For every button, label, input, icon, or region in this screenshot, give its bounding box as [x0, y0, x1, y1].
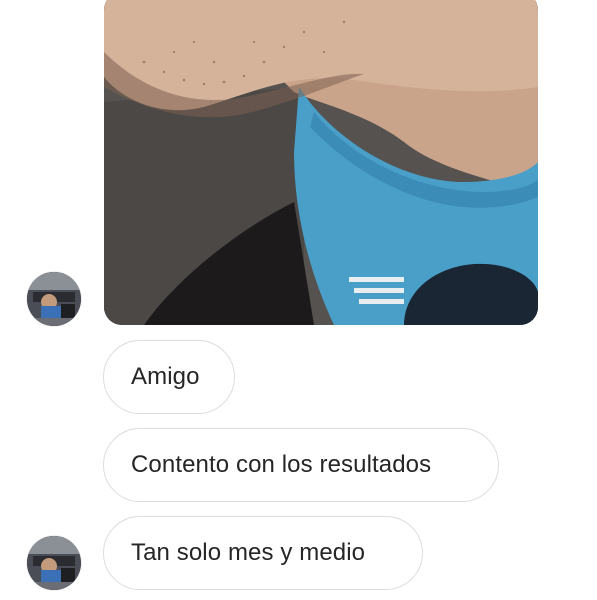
message-text: Tan solo mes y medio [131, 539, 366, 566]
message-bubble[interactable]: Tan solo mes y medio [103, 516, 423, 590]
photo-message[interactable] [104, 0, 538, 325]
sender-avatar[interactable] [27, 272, 81, 326]
message-bubble[interactable]: Contento con los resultados [103, 428, 499, 502]
message-text: Amigo [131, 363, 200, 390]
photo-image [104, 0, 538, 325]
sender-avatar[interactable] [27, 536, 81, 590]
message-text: Contento con los resultados [131, 451, 432, 478]
chat-thread: Amigo Contento con los resultados Tan so… [0, 0, 597, 600]
message-bubble[interactable]: Amigo [103, 340, 235, 414]
avatar-image [27, 272, 81, 326]
avatar-image [27, 536, 81, 590]
